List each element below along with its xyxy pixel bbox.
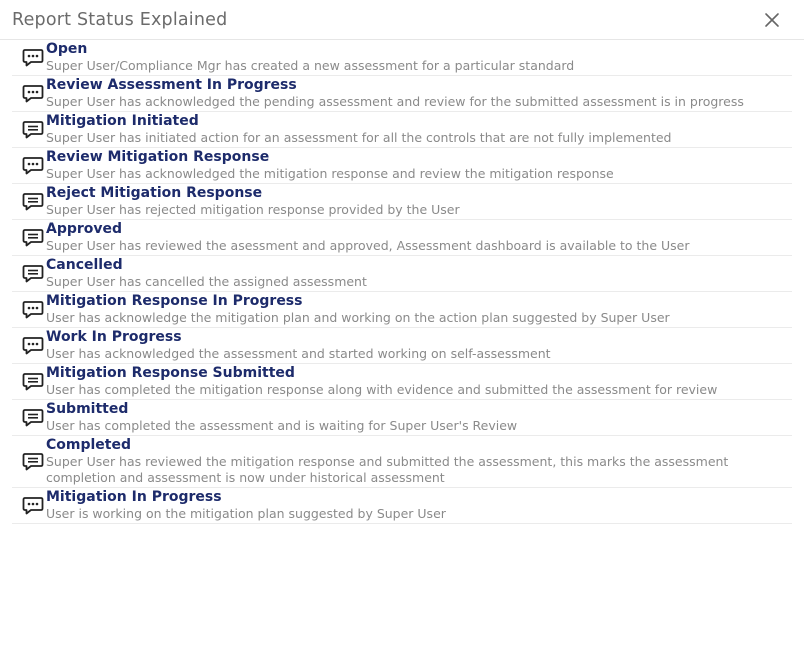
status-name: Review Assessment In Progress [46,77,297,93]
status-name: Cancelled [46,257,123,273]
status-text: Approved Super User has reviewed the ases… [46,221,792,254]
status-text: Mitigation In Progress User is working on… [46,489,792,522]
close-icon[interactable] [762,10,782,30]
status-description: Super User/Compliance Mgr has created a … [46,58,575,73]
status-description: Super User has reviewed the asessment an… [46,238,690,253]
status-text: Completed Super User has reviewed the mit… [46,437,792,486]
status-description: Super User has cancelled the assigned as… [46,274,367,289]
status-description: User has completed the assessment and is… [46,418,518,433]
status-name: Completed [46,437,132,453]
modal-header: Report Status Explained [0,0,804,40]
status-list: Open Super User/Compliance Mgr has create… [0,40,804,524]
status-text: Mitigation Response Submitted User has co… [46,365,792,398]
chat-dots-icon [12,84,46,104]
chat-lines-icon [12,372,46,392]
status-description: User has acknowledge the mitigation plan… [46,310,670,325]
status-description: Super User has initiated action for an a… [46,130,672,145]
status-description: User has completed the mitigation respon… [46,382,718,397]
chat-lines-icon [12,264,46,284]
status-name: Open [46,41,88,57]
chat-dots-icon [12,156,46,176]
status-description: User is working on the mitigation plan s… [46,506,446,521]
status-text: Review Assessment In Progress Super User … [46,77,792,110]
status-name: Submitted [46,401,129,417]
status-item: Mitigation In Progress User is working on… [12,488,792,524]
status-text: Cancelled Super User has cancelled the as… [46,257,792,290]
status-name: Approved [46,221,123,237]
chat-lines-icon [12,228,46,248]
report-status-modal: Report Status Explained Open Super User/C… [0,0,804,672]
chat-lines-icon [12,452,46,472]
status-item: Review Assessment In Progress Super User … [12,76,792,112]
status-name: Mitigation Response In Progress [46,293,303,309]
chat-lines-icon [12,192,46,212]
status-description: Super User has acknowledged the mitigati… [46,166,614,181]
status-item: Mitigation Response Submitted User has co… [12,364,792,400]
status-description: Super User has acknowledged the pending … [46,94,744,109]
status-name: Mitigation Response Submitted [46,365,295,381]
status-item: Work In Progress User has acknowledged th… [12,328,792,364]
status-description: User has acknowledged the assessment and… [46,346,551,361]
chat-dots-icon [12,336,46,356]
status-text: Review Mitigation Response Super User has… [46,149,792,182]
status-text: Reject Mitigation Response Super User has… [46,185,792,218]
chat-lines-icon [12,408,46,428]
status-item: Mitigation Response In Progress User has … [12,292,792,328]
status-text: Work In Progress User has acknowledged th… [46,329,792,362]
status-name: Review Mitigation Response [46,149,270,165]
status-item: Review Mitigation Response Super User has… [12,148,792,184]
status-item: Cancelled Super User has cancelled the as… [12,256,792,292]
chat-dots-icon [12,300,46,320]
status-item: Reject Mitigation Response Super User has… [12,184,792,220]
status-name: Work In Progress [46,329,182,345]
status-item: Approved Super User has reviewed the ases… [12,220,792,256]
status-item: Submitted User has completed the assessme… [12,400,792,436]
modal-title: Report Status Explained [12,9,228,30]
status-item: Mitigation Initiated Super User has initi… [12,112,792,148]
status-text: Mitigation Initiated Super User has initi… [46,113,792,146]
status-item: Completed Super User has reviewed the mit… [12,436,792,488]
status-description: Super User has reviewed the mitigation r… [46,454,729,485]
status-text: Mitigation Response In Progress User has … [46,293,792,326]
status-name: Reject Mitigation Response [46,185,263,201]
status-text: Open Super User/Compliance Mgr has create… [46,41,792,74]
chat-lines-icon [12,120,46,140]
status-name: Mitigation In Progress [46,489,222,505]
status-item: Open Super User/Compliance Mgr has create… [12,40,792,76]
chat-dots-icon [12,48,46,68]
status-name: Mitigation Initiated [46,113,199,129]
chat-dots-icon [12,496,46,516]
status-description: Super User has rejected mitigation respo… [46,202,460,217]
status-text: Submitted User has completed the assessme… [46,401,792,434]
